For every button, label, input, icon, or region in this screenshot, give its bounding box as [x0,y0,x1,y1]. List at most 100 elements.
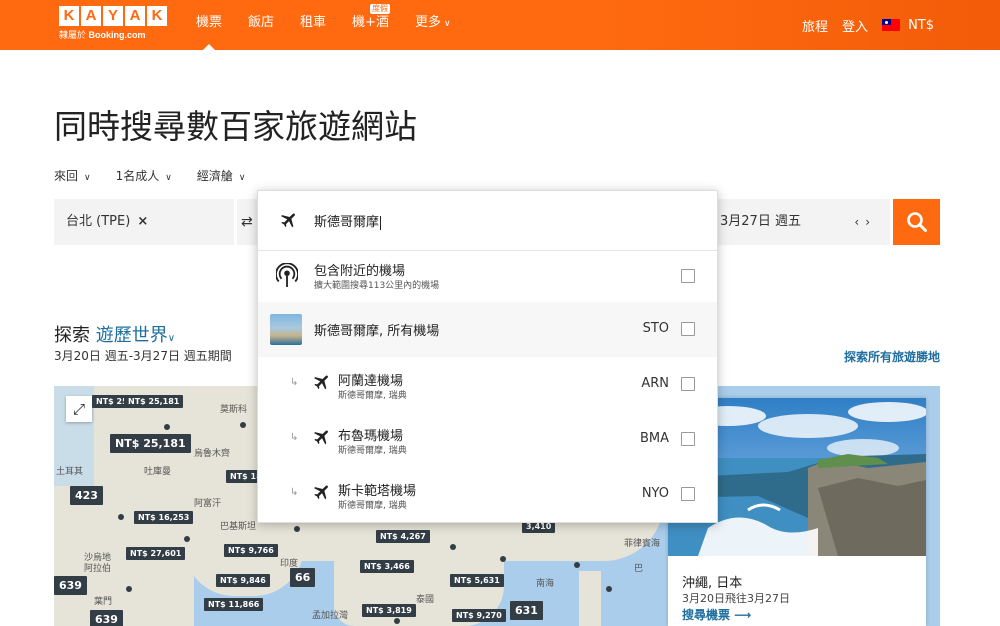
cabin-selector[interactable]: 經濟艙 ∨ [197,167,246,184]
price-tag[interactable]: 639 [54,576,87,595]
explore-world-link[interactable]: 遊歷世界 [96,325,168,346]
logo-letter: A [81,6,101,26]
city-label: 巴 [634,564,644,574]
chevron-down-icon: ∨ [238,173,246,183]
airport-option[interactable]: ↳ 阿蘭達機場 斯德哥爾摩, 瑞典 ARN [258,357,717,412]
nav-label: 更多 [414,15,441,30]
travelers-selector[interactable]: 1名成人 ∨ [116,167,172,184]
nav-more[interactable]: 更多 ∨ [415,0,451,50]
explore-dates: 3月20日 週五-3月27日 週五期間 [54,349,232,363]
prev-date-icon[interactable]: ‹ [854,215,865,229]
map-dot [606,586,612,592]
search-options: 來回 ∨ 1名成人 ∨ 經濟艙 ∨ [54,167,270,184]
nav-label: 機票 [196,15,223,30]
trip-type-selector[interactable]: 來回 ∨ [54,167,91,184]
destination-input[interactable]: 斯德哥爾摩 [314,211,694,230]
airport-option[interactable]: ↳ 斯卡範塔機場 斯德哥爾摩, 瑞典 NYO [258,467,717,522]
include-nearby-option[interactable]: 包含附近的機場 擴大範圍搜尋113公里內的機場 [258,251,717,306]
price-tag[interactable]: 639 [90,610,123,626]
map-dot [240,422,246,428]
search-flights-link[interactable]: 搜尋機票 ⟶ [682,606,751,623]
price-tag[interactable]: NT$ 16,253 [134,511,194,524]
airport-checkbox[interactable] [681,432,695,446]
airport-code: ARN [641,376,669,391]
price-tag[interactable]: NT$ 25,181 [124,395,184,408]
airplane-icon [314,430,328,445]
nearby-checkbox[interactable] [681,269,695,283]
airport-location: 斯德哥爾摩, 瑞典 [338,391,407,401]
all-airports-checkbox[interactable] [681,322,695,336]
price-tag[interactable]: NT$ 9,846 [216,574,270,587]
page-title: 同時搜尋數百家旅遊網站 [54,107,417,146]
price-tag[interactable]: NT$ 25,181 [110,434,191,453]
kayak-logo[interactable]: K A Y A K 隸屬於 Booking.com [59,6,167,41]
map-land [579,571,601,626]
explore-prefix: 探索 [54,325,90,346]
airport-checkbox[interactable] [681,377,695,391]
travelers-label: 1名成人 [115,169,160,183]
logo-letter: Y [103,6,123,26]
price-tag[interactable]: NT$ 5,631 [450,574,504,587]
date-field[interactable]: 3月27日 週五 ‹› [718,199,890,245]
airport-name: 布魯瑪機場 [338,429,404,444]
explore-all-link[interactable]: 探索所有旅遊勝地 [844,348,940,365]
airplane-icon [281,213,295,228]
map-dot [574,562,580,568]
price-tag[interactable]: NT$ 9,766 [224,544,278,557]
chevron-down-icon: ∨ [443,19,451,29]
airport-name: 斯卡範塔機場 [338,484,417,499]
expand-map-button[interactable]: ⤢ [66,396,92,422]
origin-field[interactable]: 台北 (TPE) × [54,199,234,245]
chevron-down-icon: ∨ [167,333,176,344]
nav-hotels[interactable]: 飯店 [248,0,274,50]
sub-item-arrow-icon: ↳ [290,377,299,388]
airport-option[interactable]: ↳ 布魯瑪機場 斯德哥爾摩, 瑞典 BMA [258,412,717,467]
origin-value: 台北 (TPE) [66,214,131,229]
airport-name: 阿蘭達機場 [338,374,404,389]
price-tag[interactable]: NT$ 27,601 [126,547,186,560]
taiwan-flag-icon[interactable] [882,19,901,31]
main-nav: 機票 飯店 租車 度假 機+酒 更多 ∨ [196,0,477,50]
next-date-icon[interactable]: › [865,215,876,229]
city-label: 孟加拉灣 [312,611,349,621]
top-header: K A Y A K 隸屬於 Booking.com 機票 飯店 租車 度假 機+… [0,0,1000,50]
price-tag[interactable]: NT$ 4,267 [376,530,430,543]
price-tag[interactable]: NT$ 3,466 [360,560,414,573]
destination-dropdown: 斯德哥爾摩 包含附近的機場 擴大範圍搜尋113公里內的機場 斯德哥爾摩, 所有機… [257,190,718,523]
price-tag[interactable]: 423 [70,486,103,505]
nav-cars[interactable]: 租車 [300,0,326,50]
city-label: 菲律賓海 [624,539,661,549]
destination-title: 沖繩, 日本 [682,576,743,591]
map-dot [450,544,456,550]
price-tag[interactable]: NT$ 3,819 [362,604,416,617]
login-link[interactable]: 登入 [842,16,868,35]
price-tag[interactable]: NT$ 11,866 [204,598,264,611]
price-tag[interactable]: 631 [510,601,543,620]
search-button[interactable] [893,199,940,245]
all-airports-option[interactable]: 斯德哥爾摩, 所有機場 STO [258,302,717,357]
map-dot [184,536,190,542]
destination-input-row[interactable]: 斯德哥爾摩 [258,191,717,251]
city-label: 烏魯木齊 [194,449,231,459]
price-tag[interactable]: 66 [290,568,316,587]
airplane-icon [314,375,328,390]
airport-code: BMA [639,431,669,446]
clear-origin-button[interactable]: × [137,214,148,229]
date-arrows: ‹› [854,199,876,245]
airport-code: NYO [641,486,669,501]
logo-letter: K [59,6,79,26]
airplane-icon [314,485,328,500]
swap-icon: ⇄ [241,214,253,230]
nav-flights[interactable]: 機票 [196,0,222,50]
logo-letters: K A Y A K [59,6,167,26]
price-tag[interactable]: NT$ 9,270 [452,609,506,622]
all-airports-label: 斯德哥爾摩, 所有機場 [314,324,440,339]
city-label: 莫斯科 [220,405,248,415]
nav-packages[interactable]: 度假 機+酒 [352,0,391,50]
nav-badge: 度假 [370,4,391,14]
trips-link[interactable]: 旅程 [802,16,828,35]
airport-checkbox[interactable] [681,487,695,501]
currency-selector[interactable]: NT$ [908,18,934,33]
logo-sub-prefix: 隸屬於 [59,30,87,40]
swap-button[interactable]: ⇄ [237,199,257,245]
